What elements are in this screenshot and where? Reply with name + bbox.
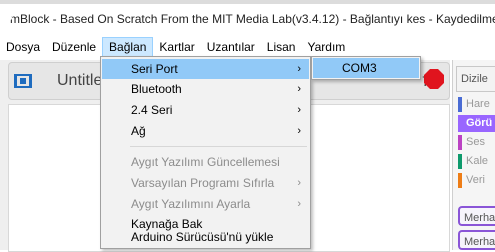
menu-item-label: Arduino Sürücüsü'nü yükle xyxy=(131,230,274,244)
category-label: Kale xyxy=(466,155,489,167)
menu-kartlar[interactable]: Kartlar xyxy=(153,37,200,57)
category-motion[interactable]: Hare xyxy=(458,96,495,113)
menu-item-label: Aygıt Yazılımını Ayarla xyxy=(131,197,251,211)
category-sound[interactable]: Ses xyxy=(458,134,495,151)
chevron-right-icon: › xyxy=(297,177,301,189)
category-pen[interactable]: Kale xyxy=(458,153,495,170)
connect-menu: Seri Port › Bluetooth › 2.4 Seri › Ağ › … xyxy=(100,56,311,249)
chevron-right-icon: › xyxy=(297,198,301,210)
menu-item-reset-default-program[interactable]: Varsayılan Programı Sıfırla › xyxy=(102,173,309,193)
category-label: Hare xyxy=(466,98,490,110)
serial-port-submenu: COM3 xyxy=(311,56,421,80)
stop-icon[interactable] xyxy=(424,69,444,89)
category-data[interactable]: Veri xyxy=(458,172,495,189)
menu-dosya[interactable]: Dosya xyxy=(0,37,46,57)
category-looks[interactable]: Görü xyxy=(458,115,495,132)
project-name[interactable]: Untitle xyxy=(57,72,102,90)
menu-item-label: Varsayılan Programı Sıfırla xyxy=(131,176,275,190)
chevron-right-icon: › xyxy=(297,83,301,95)
menu-item-bluetooth[interactable]: Bluetooth › xyxy=(102,79,309,99)
say-block[interactable]: Merha xyxy=(458,206,495,226)
tab-scripts[interactable]: Dizile xyxy=(456,66,495,92)
submenu-item-com3[interactable]: COM3 xyxy=(313,58,419,78)
chevron-right-icon: › xyxy=(297,125,301,137)
chevron-right-icon: › xyxy=(297,63,301,75)
menu-item-firmware-update[interactable]: Aygıt Yazılımı Güncellemesi xyxy=(102,152,309,172)
menu-duzenle[interactable]: Düzenle xyxy=(46,37,102,57)
category-label: Ses xyxy=(466,136,485,148)
category-color-swatch xyxy=(458,135,462,150)
say-block[interactable]: Merha xyxy=(458,230,495,250)
menu-item-24-serial[interactable]: 2.4 Seri › xyxy=(102,100,309,120)
menu-item-label: 2.4 Seri xyxy=(131,103,173,117)
menu-separator xyxy=(130,146,307,147)
menu-item-label: Bluetooth xyxy=(131,82,182,96)
category-color-swatch xyxy=(458,116,462,131)
submenu-item-label: COM3 xyxy=(342,61,377,75)
category-color-swatch xyxy=(458,97,462,112)
menu-bar: Dosya Düzenle Bağlan Kartlar Uzantılar L… xyxy=(0,36,495,58)
category-color-swatch xyxy=(458,173,462,188)
menu-yardim[interactable]: Yardım xyxy=(301,37,351,57)
menu-uzantilar[interactable]: Uzantılar xyxy=(201,37,261,57)
menu-item-label: Aygıt Yazılımı Güncellemesi xyxy=(131,155,280,169)
menu-item-label: Ağ xyxy=(131,124,146,138)
menu-item-label: Seri Port xyxy=(131,62,178,76)
menu-item-install-arduino-driver[interactable]: Arduino Sürücüsü'nü yükle xyxy=(102,227,309,247)
title-bar: mBlock - Based On Scratch From the MIT M… xyxy=(0,8,495,30)
window-title: mBlock - Based On Scratch From the MIT M… xyxy=(10,12,495,26)
fullscreen-icon[interactable] xyxy=(14,74,32,88)
menu-baglan[interactable]: Bağlan xyxy=(102,37,154,57)
menu-lisan[interactable]: Lisan xyxy=(261,37,302,57)
chevron-right-icon: › xyxy=(297,104,301,116)
menu-item-set-firmware[interactable]: Aygıt Yazılımını Ayarla › xyxy=(102,194,309,214)
category-label: Veri xyxy=(466,174,485,186)
menu-item-network[interactable]: Ağ › xyxy=(102,121,309,141)
menu-item-serial-port[interactable]: Seri Port › xyxy=(102,59,309,79)
window-top-edge xyxy=(0,0,495,4)
category-color-swatch xyxy=(458,154,462,169)
category-label: Görü xyxy=(466,117,493,129)
